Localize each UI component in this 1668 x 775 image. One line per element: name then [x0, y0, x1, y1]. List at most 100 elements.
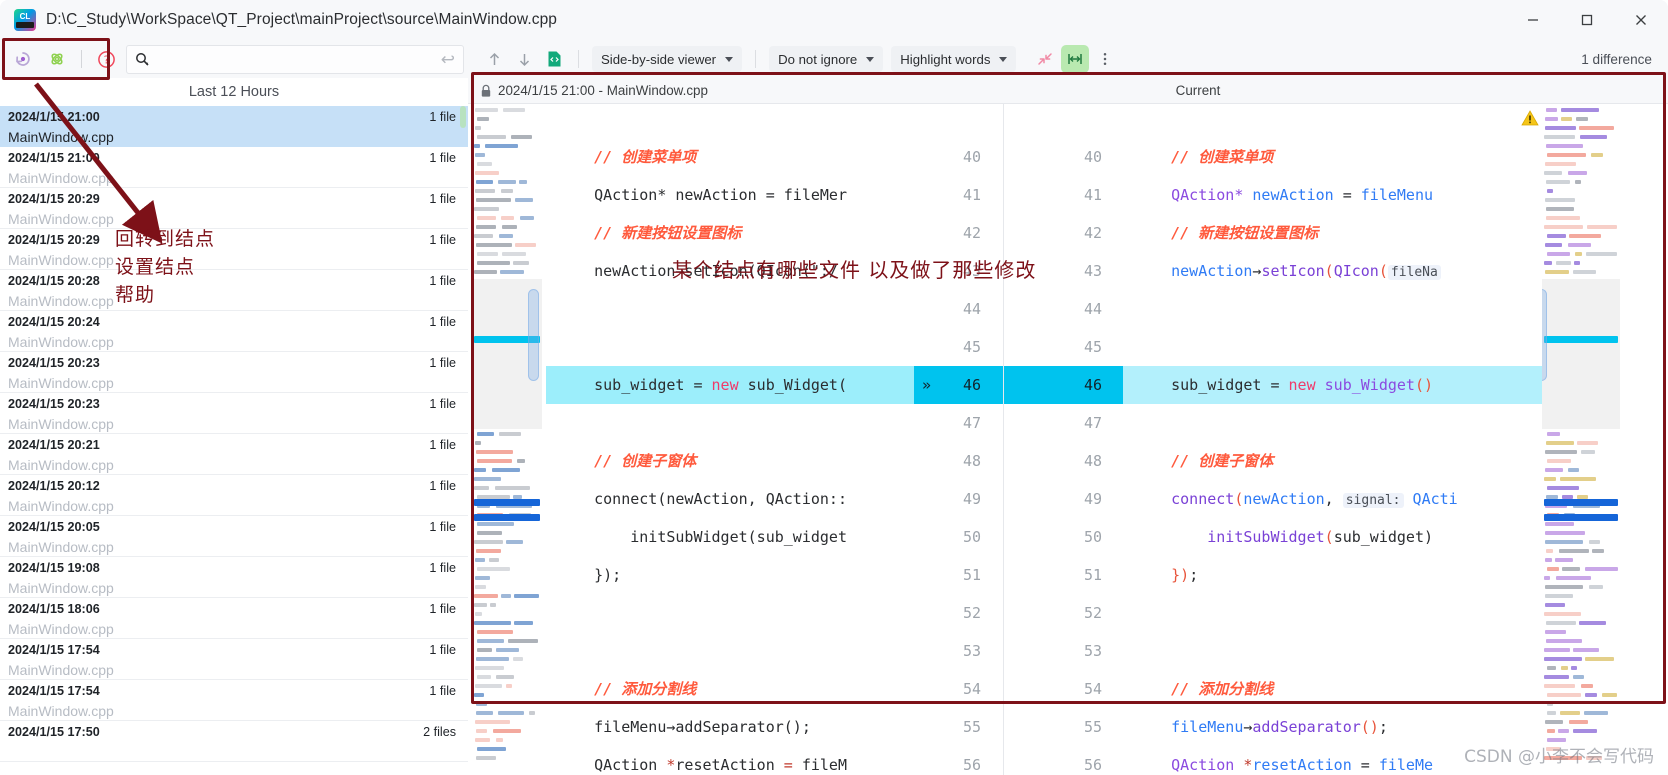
minimap-line	[1558, 729, 1569, 733]
arrow-up-icon[interactable]	[480, 45, 508, 73]
revision-row[interactable]: 2024/1/15 17:54 MainWindow.cpp 1 file	[0, 680, 468, 721]
title-bar: D:\C_Study\WorkSpace\QT_Project\mainProj…	[0, 0, 1668, 40]
arrow-down-icon[interactable]	[510, 45, 538, 73]
ignore-mode-dropdown[interactable]: Do not ignore	[769, 46, 884, 72]
revision-row[interactable]: 2024/1/15 20:29 MainWindow.cpp 1 file	[0, 229, 468, 270]
revision-row[interactable]: 2024/1/15 20:29 MainWindow.cpp 1 file	[0, 188, 468, 229]
code-line[interactable]: });	[546, 556, 914, 594]
code-line[interactable]: // 创建子窗体	[1123, 442, 1543, 480]
revision-list[interactable]: 2024/1/15 21:00 MainWindow.cpp 1 file 2024/…	[0, 106, 468, 775]
right-minimap[interactable]	[1542, 104, 1620, 775]
close-button[interactable]	[1614, 0, 1668, 40]
minimap-line	[476, 657, 509, 661]
left-code-pane[interactable]: // 创建菜单项 QAction* newAction = fileMer //…	[546, 104, 914, 775]
revision-row[interactable]: 2024/1/15 20:21 MainWindow.cpp 1 file	[0, 434, 468, 475]
code-line[interactable]	[546, 594, 914, 632]
line-number: 42	[962, 224, 981, 242]
line-number: 44	[962, 300, 981, 318]
revision-timestamp: 2024/1/15 20:21	[8, 438, 100, 452]
code-line[interactable]	[1123, 290, 1543, 328]
code-line[interactable]	[546, 290, 914, 328]
code-line[interactable]	[1123, 594, 1543, 632]
code-line[interactable]: sub_widget = new sub_Widget()	[1123, 366, 1543, 404]
jump-to-source-icon[interactable]	[540, 45, 568, 73]
minimap-line	[1575, 252, 1582, 256]
help-icon[interactable]: ?	[91, 44, 121, 74]
code-line[interactable]: // 新建按钮设置图标	[546, 214, 914, 252]
code-line[interactable]	[546, 632, 914, 670]
code-line[interactable]: // 添加分割线	[1123, 670, 1543, 708]
minimap-line	[499, 432, 521, 436]
code-line[interactable]	[1123, 632, 1543, 670]
minimap-line	[485, 144, 518, 148]
minimap-line	[1544, 657, 1582, 661]
code-line[interactable]: // 创建菜单项	[1123, 138, 1543, 176]
minimap-line	[1568, 171, 1587, 175]
minimap-scroll-thumb[interactable]	[528, 289, 539, 381]
synchronize-scrolling-icon[interactable]	[1061, 45, 1090, 73]
code-line[interactable]: newAction→setIcon(QIcon(fileNa	[1123, 252, 1543, 290]
window-title: D:\C_Study\WorkSpace\QT_Project\mainProj…	[46, 11, 558, 28]
revert-to-revision-icon[interactable]	[8, 44, 38, 74]
minimap-line	[477, 531, 502, 535]
left-minimap[interactable]	[472, 104, 542, 775]
revision-row[interactable]: 2024/1/15 17:54 MainWindow.cpp 1 file	[0, 639, 468, 680]
revision-row[interactable]: 2024/1/15 20:23 MainWindow.cpp 1 file	[0, 352, 468, 393]
highlight-mode-dropdown[interactable]: Highlight words	[891, 46, 1017, 72]
code-line[interactable]	[546, 328, 914, 366]
revision-row[interactable]: 2024/1/15 17:50 2 files	[0, 721, 468, 762]
revision-row[interactable]: 2024/1/15 20:12 MainWindow.cpp 1 file	[0, 475, 468, 516]
revision-row[interactable]: 2024/1/15 20:24 MainWindow.cpp 1 file	[0, 311, 468, 352]
code-line[interactable]: fileMenu→addSeparator();	[546, 708, 914, 746]
code-token: initSubWidget	[1135, 528, 1325, 546]
maximize-button[interactable]	[1560, 0, 1614, 40]
code-line[interactable]	[546, 104, 914, 138]
minimap-line	[475, 108, 498, 112]
revision-row[interactable]: 2024/1/15 21:00 MainWindow.cpp 1 file	[0, 147, 468, 188]
code-line[interactable]: connect(newAction, QAction::	[546, 480, 914, 518]
code-line[interactable]: // 新建按钮设置图标	[1123, 214, 1543, 252]
code-line[interactable]	[1123, 104, 1543, 138]
warning-icon[interactable]	[1521, 110, 1658, 131]
minimize-button[interactable]	[1506, 0, 1560, 40]
code-line[interactable]: QAction *resetAction = fileM	[546, 746, 914, 775]
history-panel: ? ↩ Last 12 Hours 2024/1/15 21:00 MainWin…	[0, 40, 468, 775]
code-line[interactable]	[1123, 328, 1543, 366]
minimap-line	[1556, 576, 1591, 580]
collapse-unchanged-icon[interactable]	[1031, 45, 1059, 73]
code-line[interactable]: connect(newAction, signal: QActi	[1123, 480, 1543, 518]
code-line[interactable]: // 创建菜单项	[546, 138, 914, 176]
code-line[interactable]	[1123, 404, 1543, 442]
minimap-line	[519, 180, 527, 184]
minimap-line	[474, 693, 484, 697]
code-line[interactable]: // 添加分割线	[546, 670, 914, 708]
code-line[interactable]: sub_widget = new sub_Widget(	[546, 366, 914, 404]
code-line[interactable]	[546, 404, 914, 442]
history-search-box[interactable]: ↩	[126, 45, 464, 74]
revision-row[interactable]: 2024/1/15 20:23 MainWindow.cpp 1 file	[0, 393, 468, 434]
viewer-mode-dropdown[interactable]: Side-by-side viewer	[592, 46, 743, 72]
revision-row[interactable]: 2024/1/15 20:05 MainWindow.cpp 1 file	[0, 516, 468, 557]
code-line[interactable]: // 创建子窗体	[546, 442, 914, 480]
search-input[interactable]	[150, 51, 441, 68]
minimap-line	[1545, 558, 1552, 562]
code-line[interactable]: QAction* newAction = fileMer	[546, 176, 914, 214]
revision-row[interactable]: 2024/1/15 18:06 MainWindow.cpp 1 file	[0, 598, 468, 639]
accept-change-icon[interactable]: »	[922, 366, 931, 404]
revision-row[interactable]: 2024/1/15 21:00 MainWindow.cpp 1 file	[0, 106, 468, 147]
right-code-pane[interactable]: // 创建菜单项 QAction* newAction = fileMenu /…	[1123, 104, 1543, 775]
code-token: QAction	[1135, 756, 1244, 774]
revision-row[interactable]: 2024/1/15 20:28 MainWindow.cpp 1 file	[0, 270, 468, 311]
revision-row[interactable]: 2024/1/15 19:08 MainWindow.cpp 1 file	[0, 557, 468, 598]
history-scrollbar-thumb[interactable]	[460, 106, 466, 128]
code-line[interactable]: initSubWidget(sub_widget	[546, 518, 914, 556]
code-line[interactable]: fileMenu→addSeparator();	[1123, 708, 1543, 746]
more-options-icon[interactable]	[1091, 45, 1119, 73]
minimap-scroll-thumb[interactable]	[1542, 289, 1547, 381]
line-number: 50	[1083, 528, 1102, 546]
code-line[interactable]: });	[1123, 556, 1543, 594]
create-patch-icon[interactable]	[42, 44, 72, 74]
code-line[interactable]: initSubWidget(sub_widget)	[1123, 518, 1543, 556]
code-line[interactable]: QAction* newAction = fileMenu	[1123, 176, 1543, 214]
right-line-number-gutter: 404142434445464748495051525354555657	[1004, 104, 1124, 775]
